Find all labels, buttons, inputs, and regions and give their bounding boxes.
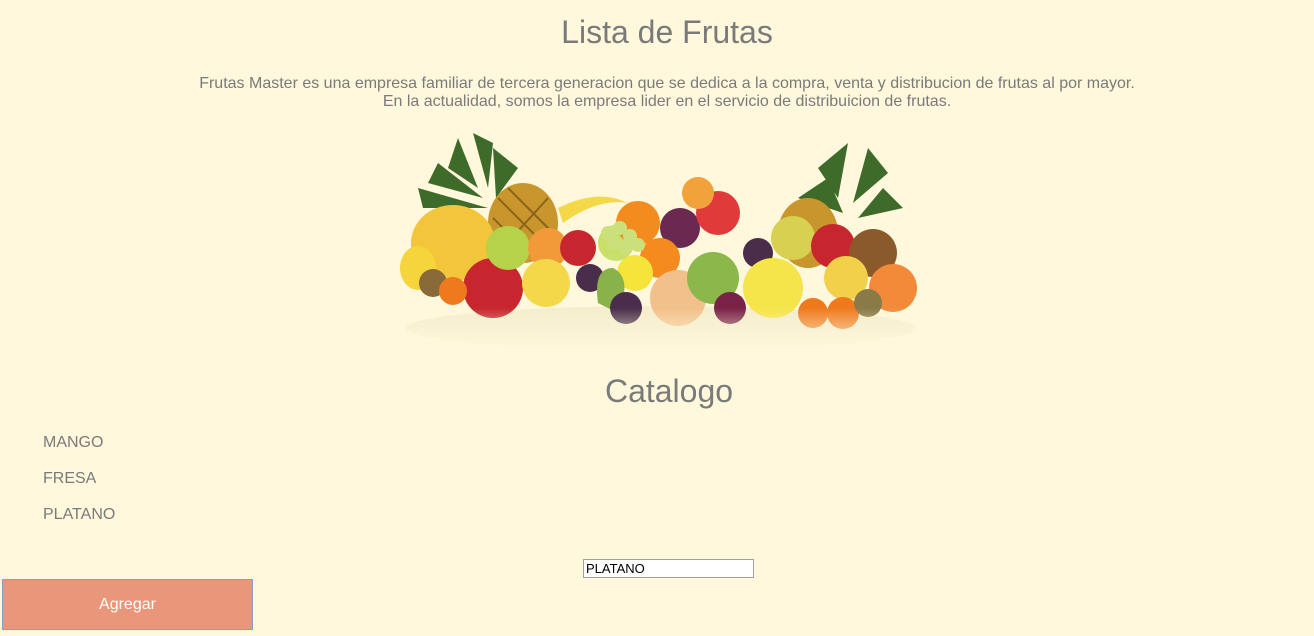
description-line-2: En la actualidad, somos la empresa lider… [382,93,952,110]
fruit-list: MANGO FRESA PLATANO [43,433,115,541]
list-item: MANGO [43,434,104,451]
fruit-assortment-image [398,133,924,353]
catalog-title: Catalogo [604,373,734,409]
list-item: FRESA [43,470,97,487]
add-button[interactable]: Agregar [2,579,253,630]
page: Lista de Frutas Frutas Master es una emp… [0,0,1314,636]
fruit-name-input[interactable] [583,559,754,578]
list-item: PLATANO [43,506,116,523]
page-title: Lista de Frutas [561,14,773,50]
company-description: Frutas Master es una empresa familiar de… [0,75,1314,111]
description-line-1: Frutas Master es una empresa familiar de… [199,75,1135,92]
